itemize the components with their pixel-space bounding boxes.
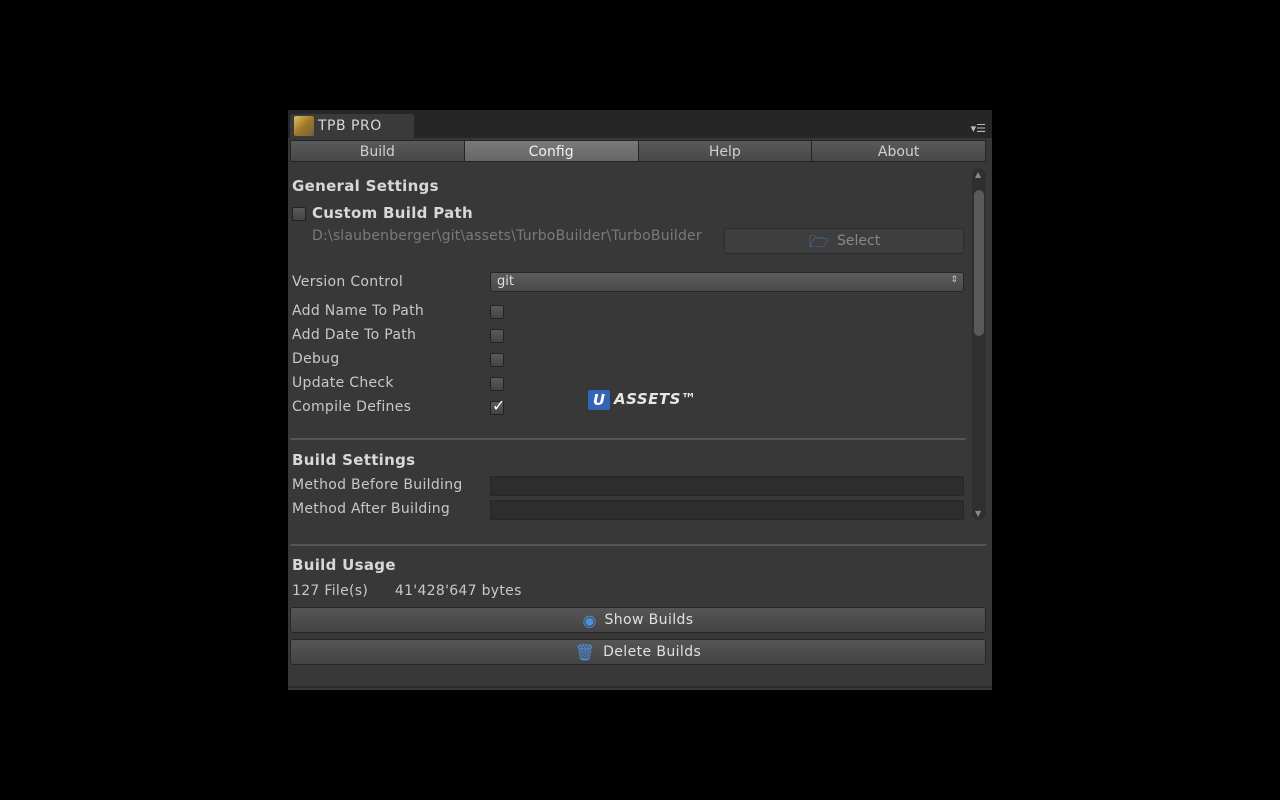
update-check-checkbox[interactable]: [490, 377, 504, 391]
add-name-to-path-checkbox[interactable]: [490, 305, 504, 319]
update-check-label: Update Check: [292, 375, 394, 391]
add-date-to-path-checkbox[interactable]: [490, 329, 504, 343]
logo-u-badge: U: [588, 390, 610, 410]
add-name-to-path-label: Add Name To Path: [292, 303, 425, 319]
method-after-label: Method After Building: [292, 501, 451, 517]
show-builds-button[interactable]: ◉ Show Builds: [290, 607, 986, 633]
config-scroll-area: General Settings Custom Build Path D:\sl…: [288, 166, 972, 522]
scroll-down-icon[interactable]: ▼: [975, 509, 981, 518]
select-button-label: Select: [837, 233, 881, 249]
file-count: 127 File(s): [292, 583, 369, 599]
scroll-thumb[interactable]: [974, 190, 984, 336]
window-titlebar: TPB PRO ▾☰: [288, 110, 992, 138]
tpb-pro-window: TPB PRO ▾☰ Build Config Help About Gener…: [288, 110, 992, 690]
general-settings-title: General Settings: [292, 177, 439, 195]
logo-text: ASSETS™: [614, 390, 697, 408]
tab-config[interactable]: Config: [463, 140, 638, 162]
window-menu-icon[interactable]: ▾☰: [971, 123, 986, 134]
checkmark-icon: ✓: [492, 396, 506, 415]
show-builds-label: Show Builds: [604, 612, 694, 628]
method-before-label: Method Before Building: [292, 477, 463, 493]
window-tab[interactable]: TPB PRO: [290, 114, 414, 138]
debug-checkbox[interactable]: [490, 353, 504, 367]
build-usage-stats: 127 File(s) 41'428'647 bytes: [292, 583, 522, 599]
add-date-to-path-label: Add Date To Path: [292, 327, 417, 343]
delete-builds-button[interactable]: 🗑 Delete Builds: [290, 639, 986, 665]
tab-build[interactable]: Build: [290, 140, 464, 162]
eye-icon: ◉: [582, 610, 597, 630]
window-bottom-border: [288, 686, 992, 688]
version-control-dropdown[interactable]: git ⇕: [490, 272, 964, 292]
byte-count: 41'428'647 bytes: [394, 583, 522, 599]
build-path-text: D:\slaubenberger\git\assets\TurboBuilder…: [312, 228, 702, 244]
trash-icon: 🗑: [574, 642, 596, 662]
version-control-value: git: [497, 274, 514, 289]
dropdown-arrow-icon: ⇕: [950, 275, 958, 285]
tab-help[interactable]: Help: [637, 140, 812, 162]
select-path-button[interactable]: 🗁 Select: [724, 228, 964, 254]
vertical-scrollbar[interactable]: ▲ ▼: [972, 168, 986, 520]
method-before-field[interactable]: [490, 476, 964, 496]
app-icon: [294, 116, 314, 136]
custom-build-path-label: Custom Build Path: [312, 204, 473, 222]
scroll-up-icon[interactable]: ▲: [975, 170, 981, 179]
build-usage-title: Build Usage: [292, 556, 396, 574]
tab-about[interactable]: About: [811, 140, 986, 162]
custom-build-path-checkbox[interactable]: [292, 207, 306, 221]
section-divider: [290, 438, 966, 440]
usage-divider: [290, 544, 986, 546]
method-after-field[interactable]: [490, 500, 964, 520]
delete-builds-label: Delete Builds: [603, 644, 702, 660]
build-settings-title: Build Settings: [292, 451, 416, 469]
window-title: TPB PRO: [318, 118, 382, 134]
folder-icon: 🗁: [809, 232, 829, 251]
version-control-label: Version Control: [292, 274, 404, 290]
main-tabs: Build Config Help About: [290, 140, 986, 162]
compile-defines-label: Compile Defines: [292, 399, 412, 415]
compile-defines-checkbox[interactable]: ✓: [490, 396, 505, 415]
debug-label: Debug: [292, 351, 340, 367]
